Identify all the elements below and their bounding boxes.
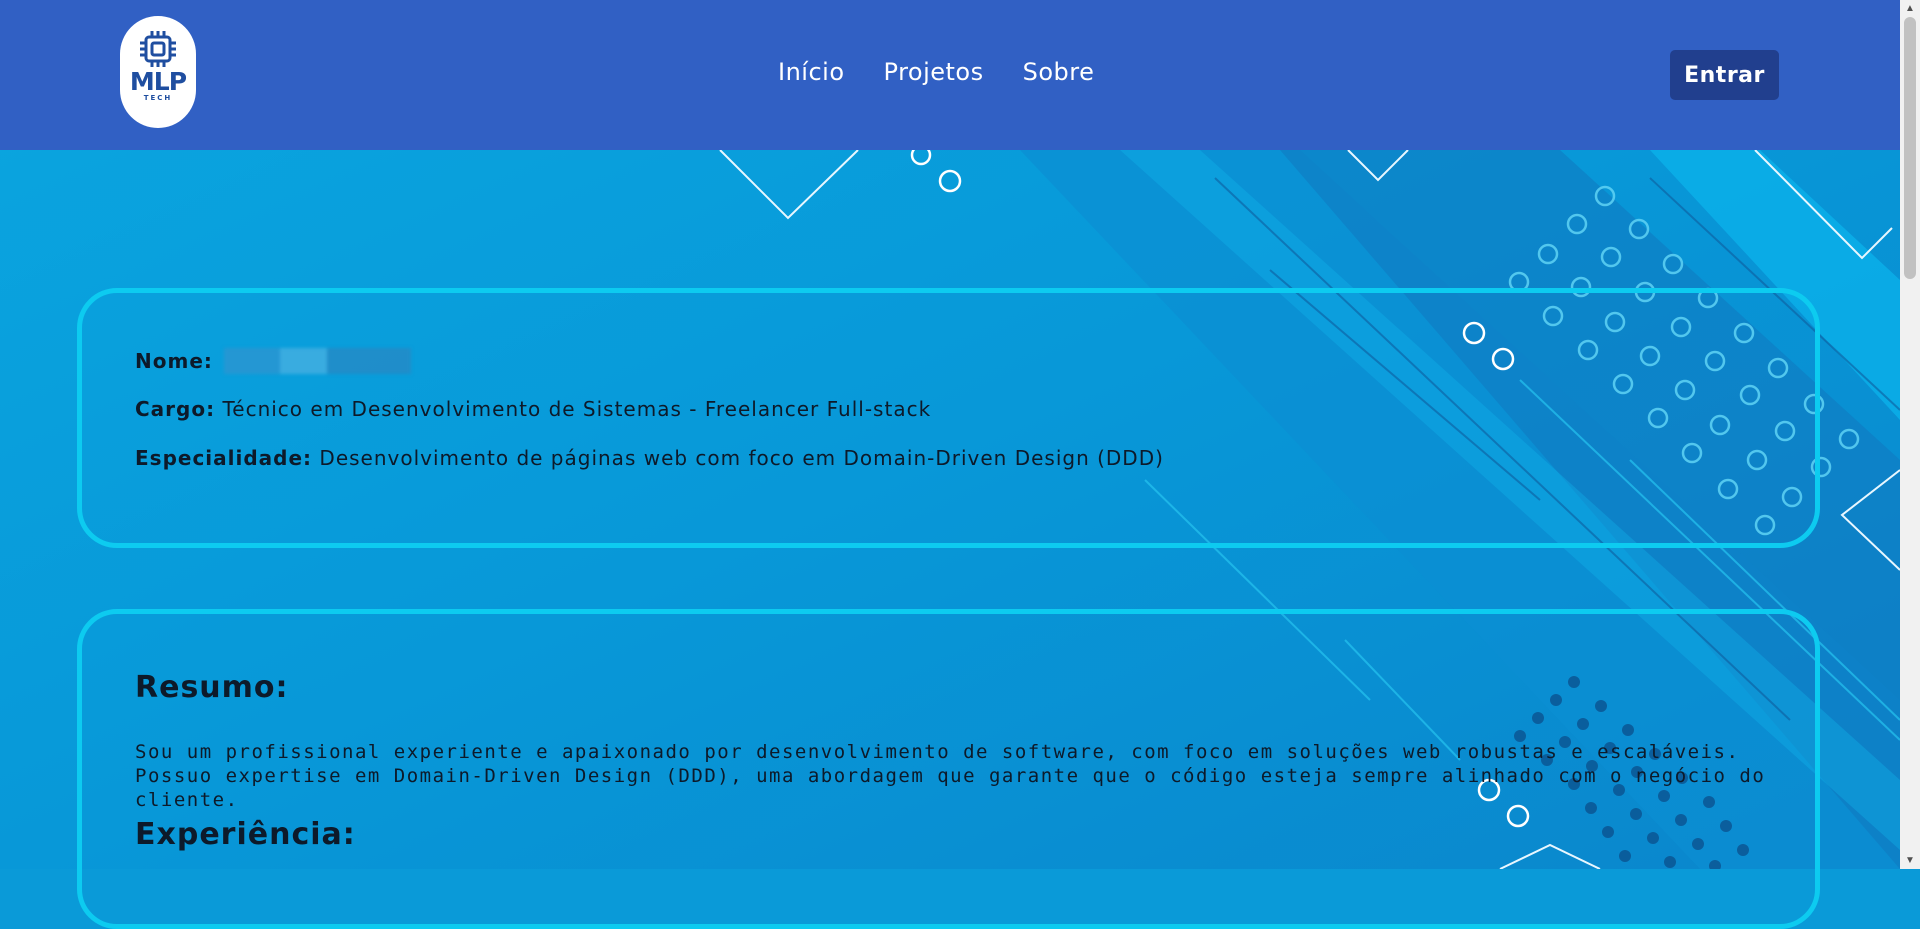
scroll-thumb[interactable] (1904, 17, 1916, 279)
experience-title: Experiência: (135, 817, 356, 852)
nav-link-inicio[interactable]: Início (778, 58, 845, 86)
redacted-name (224, 348, 412, 374)
main-nav: Início Projetos Sobre (778, 58, 1094, 86)
top-navbar: MLP TECH Início Projetos Sobre Entrar (0, 0, 1900, 150)
specialty-row: Especialidade: Desenvolvimento de página… (135, 446, 1164, 470)
role-row: Cargo: Técnico em Desenvolvimento de Sis… (135, 397, 931, 421)
summary-text: Sou um profissional experiente e apaixon… (135, 741, 1766, 811)
brand-logo[interactable]: MLP TECH (120, 16, 196, 128)
brand-tagline: TECH (143, 94, 173, 102)
scroll-up-icon[interactable]: ▲ (1900, 0, 1920, 17)
role-value: Técnico em Desenvolvimento de Sistemas -… (222, 397, 932, 421)
name-row: Nome: (135, 348, 412, 374)
nav-link-projetos[interactable]: Projetos (884, 58, 984, 86)
page-scrollbar[interactable]: ▲ ▼ (1900, 0, 1920, 869)
specialty-label: Especialidade: (135, 446, 313, 470)
brand-name: MLP (129, 67, 187, 96)
role-label: Cargo: (135, 397, 216, 421)
chip-icon (140, 31, 176, 67)
specialty-value: Desenvolvimento de páginas web com foco … (319, 446, 1164, 470)
summary-title: Resumo: (135, 670, 289, 705)
scroll-down-icon[interactable]: ▼ (1900, 852, 1920, 869)
nav-link-sobre[interactable]: Sobre (1023, 58, 1095, 86)
login-button[interactable]: Entrar (1670, 50, 1779, 100)
name-label: Nome: (135, 349, 213, 373)
profile-card: Nome: Cargo: Técnico em Desenvolvimento … (77, 288, 1820, 548)
summary-card: Resumo: Sou um profissional experiente e… (77, 609, 1820, 929)
